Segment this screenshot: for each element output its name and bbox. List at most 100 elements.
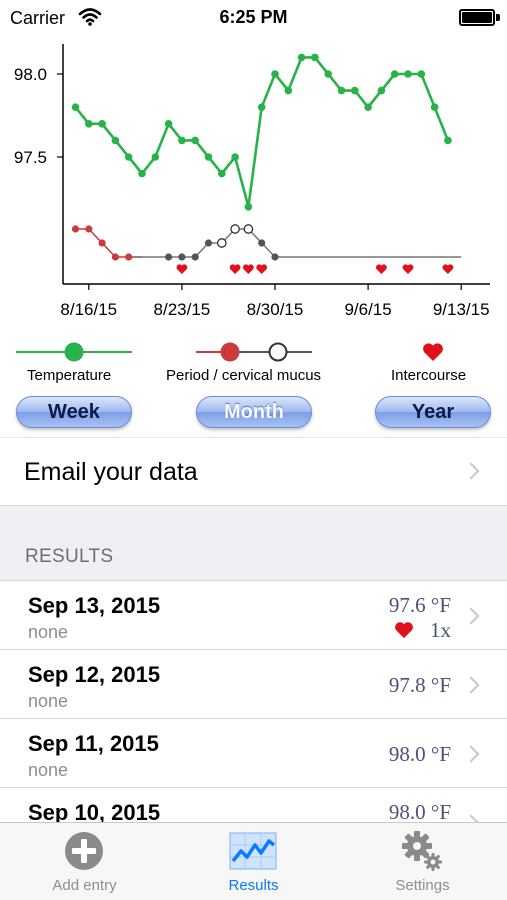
plus-circle-icon: [65, 832, 103, 870]
mucus-point: [165, 253, 173, 261]
battery-icon: [459, 9, 495, 26]
temperature-point: [404, 70, 412, 78]
email-data-row[interactable]: Email your data: [0, 437, 507, 505]
intercourse-heart: [176, 264, 188, 274]
legend-period-label: Period / cervical mucus: [166, 367, 322, 384]
result-temperature: 97.6 °F: [388, 593, 451, 617]
week-button[interactable]: Week: [16, 396, 132, 428]
heart-icon: [423, 343, 443, 361]
result-date: Sep 12, 2015: [28, 662, 161, 687]
tab-results-label: Results: [228, 877, 279, 894]
temperature-point: [430, 103, 439, 111]
mucus-open-point: [243, 224, 254, 234]
temperature-point: [151, 153, 160, 161]
temperature-point: [111, 136, 120, 145]
period-legend-icon: [196, 342, 312, 362]
mucus-open-point: [216, 238, 227, 248]
tab-settings-label: Settings: [395, 877, 450, 894]
tab-add-entry[interactable]: Add entry: [0, 823, 169, 900]
result-temperature: 97.8 °F: [388, 673, 451, 697]
month-button[interactable]: Month: [196, 396, 312, 428]
mucus-point: [258, 239, 266, 247]
intercourse-heart: [243, 264, 254, 274]
period-point: [85, 225, 93, 233]
result-temperature: 98.0 °F: [388, 742, 451, 766]
temperature-legend-icon: [16, 342, 132, 362]
temperature-point: [231, 153, 239, 161]
intercourse-heart: [376, 264, 387, 274]
temperature-point: [324, 70, 333, 78]
x-tick-label: 8/16/15: [60, 300, 117, 319]
temperature-point: [204, 153, 213, 161]
temperature-point: [178, 136, 186, 145]
result-date: Sep 13, 2015: [28, 593, 161, 618]
temperature-point: [257, 103, 266, 111]
x-tick-label: 8/23/15: [154, 300, 211, 319]
intercourse-heart: [402, 264, 414, 274]
temperature-point: [337, 86, 346, 95]
temperature-point: [244, 203, 253, 211]
tab-add-entry-label: Add entry: [52, 877, 117, 894]
temperature-point: [191, 136, 199, 145]
x-tick-label: 9/13/15: [433, 300, 490, 319]
temperature-point: [390, 70, 399, 78]
mucus-point: [178, 253, 186, 261]
y-tick-label: 98.0: [14, 65, 47, 84]
legend-temperature-label: Temperature: [27, 367, 112, 384]
temperature-point: [98, 120, 106, 128]
chart-legend: Temperature Period / cervical mucus Inte…: [0, 336, 507, 390]
period-point: [111, 253, 119, 261]
intercourse-heart: [229, 264, 241, 274]
y-tick-label: 97.5: [14, 148, 47, 167]
mucus-point: [271, 253, 279, 261]
intercourse-heart: [256, 264, 268, 274]
x-tick-label: 9/6/15: [344, 300, 391, 319]
result-row[interactable]: Sep 12, 2015 none 97.8 °F: [0, 649, 507, 719]
temperature-point: [124, 153, 133, 161]
email-data-label: Email your data: [24, 458, 198, 486]
result-row[interactable]: Sep 13, 2015 none 97.6 °F 1x: [0, 580, 507, 650]
mucus-point: [204, 239, 213, 247]
temperature-point: [351, 86, 359, 95]
temperature-point: [85, 120, 93, 128]
chevron-right-icon: [462, 676, 480, 694]
chart-icon: [229, 832, 277, 870]
battery-tip: [496, 14, 500, 21]
status-bar: Carrier 6:25 PM: [0, 0, 507, 36]
legend-temperature: Temperature: [0, 336, 150, 390]
legend-intercourse-label: Intercourse: [391, 367, 467, 384]
temperature-point: [284, 86, 293, 95]
year-button[interactable]: Year: [375, 396, 491, 428]
temperature-point: [417, 70, 426, 78]
period-line: [75, 228, 142, 258]
gear-icon: [402, 831, 442, 871]
chevron-right-icon: [462, 607, 480, 625]
legend-intercourse: Intercourse: [380, 336, 507, 390]
temperature-point: [271, 70, 279, 78]
legend-period: Period / cervical mucus: [150, 336, 360, 390]
temperature-point: [138, 169, 146, 178]
temperature-point: [71, 103, 80, 111]
temperature-point: [444, 136, 452, 145]
result-note: none: [28, 622, 69, 642]
x-tick-label: 8/30/15: [247, 300, 304, 319]
intercourse-heart: [442, 264, 454, 274]
intercourse-count: 1x: [430, 618, 451, 642]
mucus-open-point: [230, 224, 240, 234]
result-row[interactable]: Sep 11, 2015 none 98.0 °F: [0, 718, 507, 788]
temperature-point: [364, 103, 372, 111]
result-note: none: [28, 760, 69, 780]
temperature-point: [311, 53, 319, 62]
temperature-point: [218, 169, 226, 178]
temperature-point: [164, 120, 173, 128]
mucus-point: [191, 253, 199, 261]
temperature-point: [297, 53, 306, 62]
heart-icon: [395, 622, 413, 639]
clock: 6:25 PM: [219, 7, 288, 27]
tab-results[interactable]: Results: [169, 823, 338, 900]
period-point: [125, 253, 133, 261]
temperature-chart: 97.5 98.0 8/16/15 8/23/15 8/30/15 9/6/15 9/13/…: [14, 44, 490, 319]
period-point: [71, 225, 80, 233]
tab-settings[interactable]: Settings: [338, 823, 507, 900]
result-note: none: [28, 691, 69, 711]
